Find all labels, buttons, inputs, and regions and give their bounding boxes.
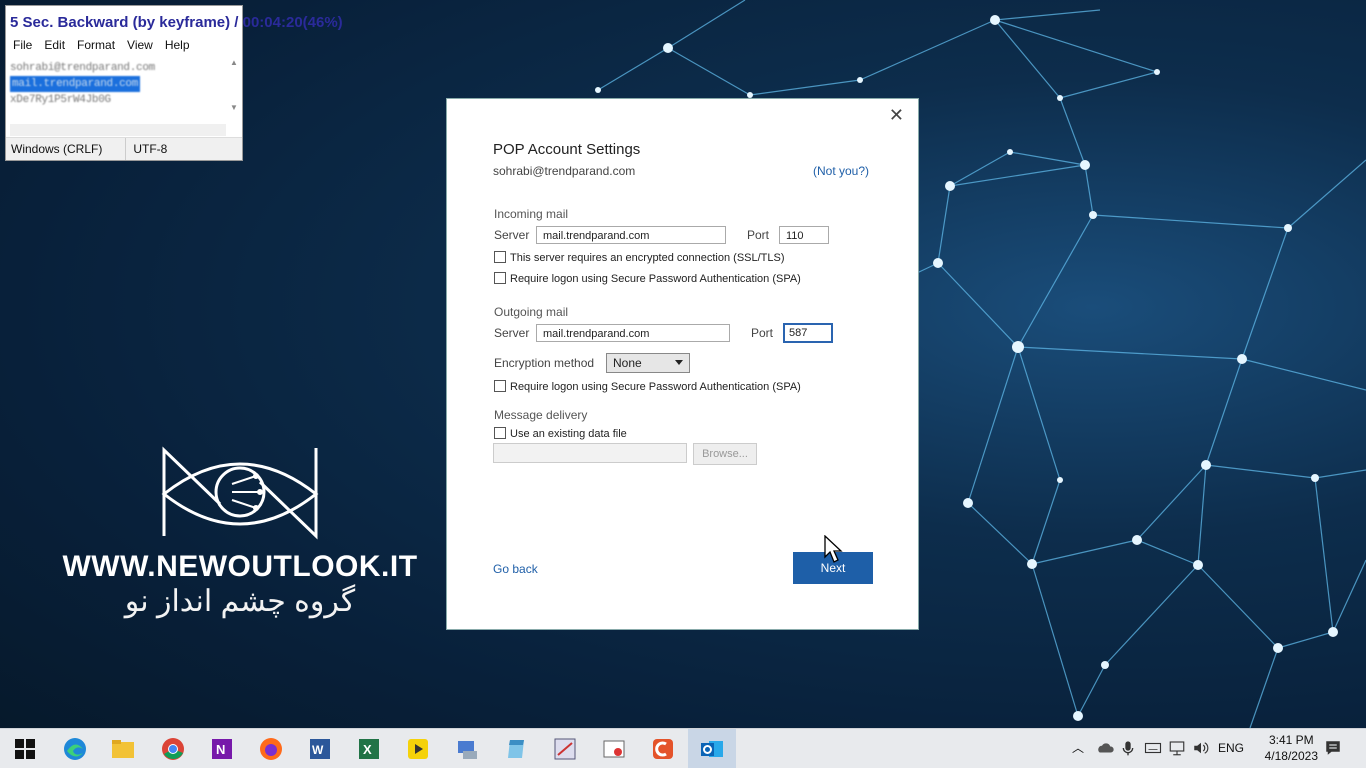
horizontal-scrollbar[interactable] <box>10 124 226 136</box>
start-icon[interactable] <box>13 737 37 761</box>
network-icon[interactable] <box>1168 739 1186 757</box>
incoming-mail-heading: Incoming mail <box>494 207 569 221</box>
onedrive-icon[interactable] <box>1096 739 1114 757</box>
outgoing-port-input[interactable]: 587 <box>783 323 833 343</box>
existing-data-file-label: Use an existing data file <box>510 428 627 440</box>
taskbar: N W X ︿ ENG 3:41 PM 4/18/2023 <box>0 728 1366 768</box>
outgoing-spa-checkbox[interactable] <box>494 380 506 392</box>
chrome-icon[interactable] <box>161 737 185 761</box>
outgoing-port-label: Port <box>751 326 774 340</box>
incoming-spa-checkbox[interactable] <box>494 272 506 284</box>
existing-data-file-checkbox[interactable] <box>494 427 506 439</box>
microphone-icon[interactable] <box>1120 739 1136 757</box>
ssl-checkbox[interactable] <box>494 251 506 263</box>
browse-button[interactable]: Browse... <box>693 443 757 465</box>
encryption-method-label: Encryption method <box>494 356 595 370</box>
account-email: sohrabi@trendparand.com <box>493 164 636 178</box>
notepad-icon[interactable] <box>504 737 528 761</box>
message-delivery-heading: Message delivery <box>494 408 588 422</box>
go-back-link[interactable]: Go back <box>493 562 538 576</box>
outgoing-server-input[interactable]: mail.trendparand.com <box>536 324 730 342</box>
text-line: xDe7Ry1P5rW4Jb0G <box>10 94 111 106</box>
svg-text:N: N <box>216 742 225 757</box>
onenote-icon[interactable]: N <box>210 737 234 761</box>
notification-icon[interactable] <box>1324 739 1342 757</box>
kmplayer-icon[interactable] <box>406 737 430 761</box>
brand-url: WWW.NEWOUTLOOK.IT <box>62 550 418 583</box>
app-icon[interactable] <box>455 737 479 761</box>
app-icon[interactable] <box>553 737 577 761</box>
camtasia-icon[interactable] <box>651 737 675 761</box>
dialog-title: POP Account Settings <box>493 141 641 158</box>
incoming-port-label: Port <box>747 228 770 242</box>
notepad-menubar: File Edit Format View Help <box>13 38 190 52</box>
text-line: sohrabi@trendparand.com <box>10 62 155 74</box>
svg-text:X: X <box>363 742 372 757</box>
outlook-icon[interactable] <box>700 737 724 761</box>
svg-text:W: W <box>312 743 324 757</box>
incoming-server-label: Server <box>494 228 530 242</box>
outgoing-mail-heading: Outgoing mail <box>494 305 569 319</box>
text-line-selected: mail.trendparand.com <box>10 76 141 92</box>
pop-account-settings-dialog: ✕ POP Account Settings sohrabi@trendpara… <box>446 98 919 630</box>
menu-help[interactable]: Help <box>165 38 190 52</box>
chevron-down-icon <box>675 360 683 365</box>
taskbar-clock[interactable]: 3:41 PM 4/18/2023 <box>1265 732 1318 764</box>
incoming-server-input[interactable]: mail.trendparand.com <box>536 226 726 244</box>
close-icon[interactable]: ✕ <box>889 105 904 126</box>
excel-icon[interactable]: X <box>357 737 381 761</box>
encryption-method-select[interactable]: None <box>606 353 690 373</box>
brand-watermark: WWW.NEWOUTLOOK.IT گروه چشم انداز نو <box>50 444 430 619</box>
player-osd-text: 5 Sec. Backward (by keyframe) / 00:04:20… <box>10 14 343 31</box>
encryption-method-value: None <box>613 356 642 370</box>
data-file-path-input[interactable] <box>493 443 687 463</box>
notepad-statusbar: Windows (CRLF) UTF-8 <box>6 137 242 160</box>
menu-view[interactable]: View <box>127 38 153 52</box>
edge-icon[interactable] <box>63 737 87 761</box>
menu-file[interactable]: File <box>13 38 32 52</box>
status-encoding: UTF-8 <box>125 138 172 160</box>
clock-date: 4/18/2023 <box>1264 749 1318 763</box>
newoutlook-logo <box>161 446 319 540</box>
not-you-link[interactable]: (Not you?) <box>813 164 869 178</box>
status-eol: Windows (CRLF) <box>11 142 103 156</box>
outgoing-spa-label: Require logon using Secure Password Auth… <box>510 381 801 393</box>
notepad-text-area[interactable]: sohrabi@trendparand.com mail.trendparand… <box>10 60 228 108</box>
menu-format[interactable]: Format <box>77 38 115 52</box>
show-hidden-icons-chevron[interactable]: ︿ <box>1072 739 1084 768</box>
incoming-spa-label: Require logon using Secure Password Auth… <box>510 273 801 285</box>
incoming-port-input[interactable]: 110 <box>779 226 829 244</box>
firefox-icon[interactable] <box>259 737 283 761</box>
outgoing-server-label: Server <box>494 326 530 340</box>
volume-icon[interactable] <box>1192 739 1210 757</box>
word-icon[interactable]: W <box>308 737 332 761</box>
input-language[interactable]: ENG <box>1218 741 1244 768</box>
ime-icon[interactable] <box>1144 739 1162 757</box>
file-explorer-icon[interactable] <box>111 737 135 761</box>
menu-edit[interactable]: Edit <box>44 38 65 52</box>
vertical-scrollbar[interactable]: ▲ ▼ <box>228 58 240 124</box>
mouse-cursor-icon <box>824 535 843 563</box>
clock-time: 3:41 PM <box>1268 733 1314 747</box>
brand-tagline: گروه چشم انداز نو <box>124 585 356 618</box>
app-icon[interactable] <box>602 737 626 761</box>
ssl-checkbox-label: This server requires an encrypted connec… <box>510 252 785 264</box>
